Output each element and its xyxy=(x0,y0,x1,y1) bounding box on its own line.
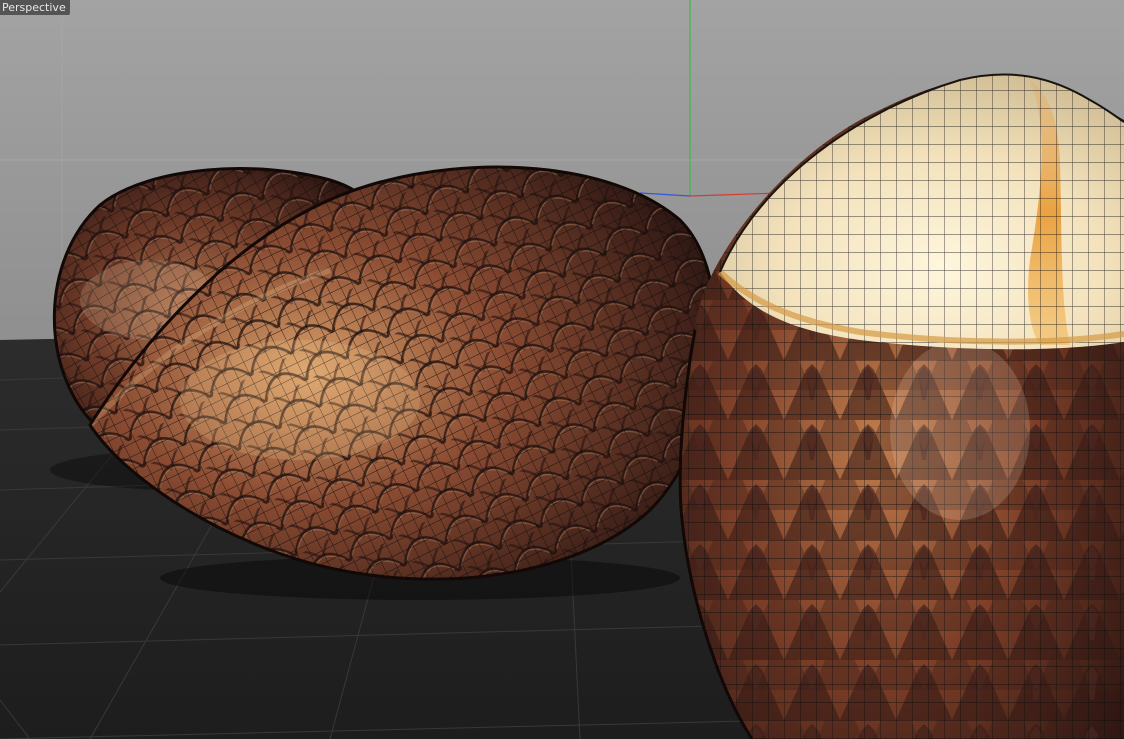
camera-label[interactable]: Perspective xyxy=(0,0,70,15)
3d-viewport[interactable]: Perspective xyxy=(0,0,1124,739)
viewport-scene[interactable] xyxy=(0,0,1124,739)
